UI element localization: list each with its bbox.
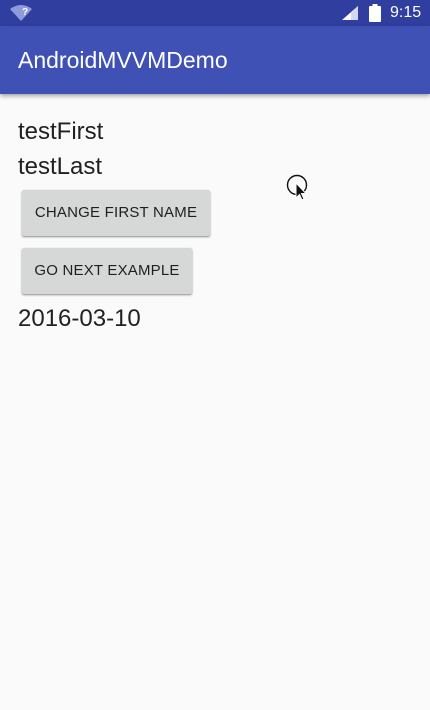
status-time: 9:15 (390, 4, 422, 21)
change-first-name-button[interactable]: CHANGE FIRST NAME (22, 190, 210, 236)
wifi-icon (10, 5, 32, 21)
mouse-cursor-icon (286, 174, 308, 201)
app-title: AndroidMVVMDemo (18, 47, 228, 73)
go-next-example-button[interactable]: GO NEXT EXAMPLE (22, 248, 192, 294)
battery-icon (369, 4, 381, 22)
first-name-text: testFirst (18, 118, 104, 145)
status-bar: ? 9:15 (0, 0, 430, 26)
app-bar: AndroidMVVMDemo (0, 26, 430, 94)
wifi-unknown-label: ? (22, 7, 29, 18)
last-name-text: testLast (18, 153, 103, 180)
date-text: 2016-03-10 (18, 305, 141, 332)
cell-signal-icon (342, 6, 358, 20)
